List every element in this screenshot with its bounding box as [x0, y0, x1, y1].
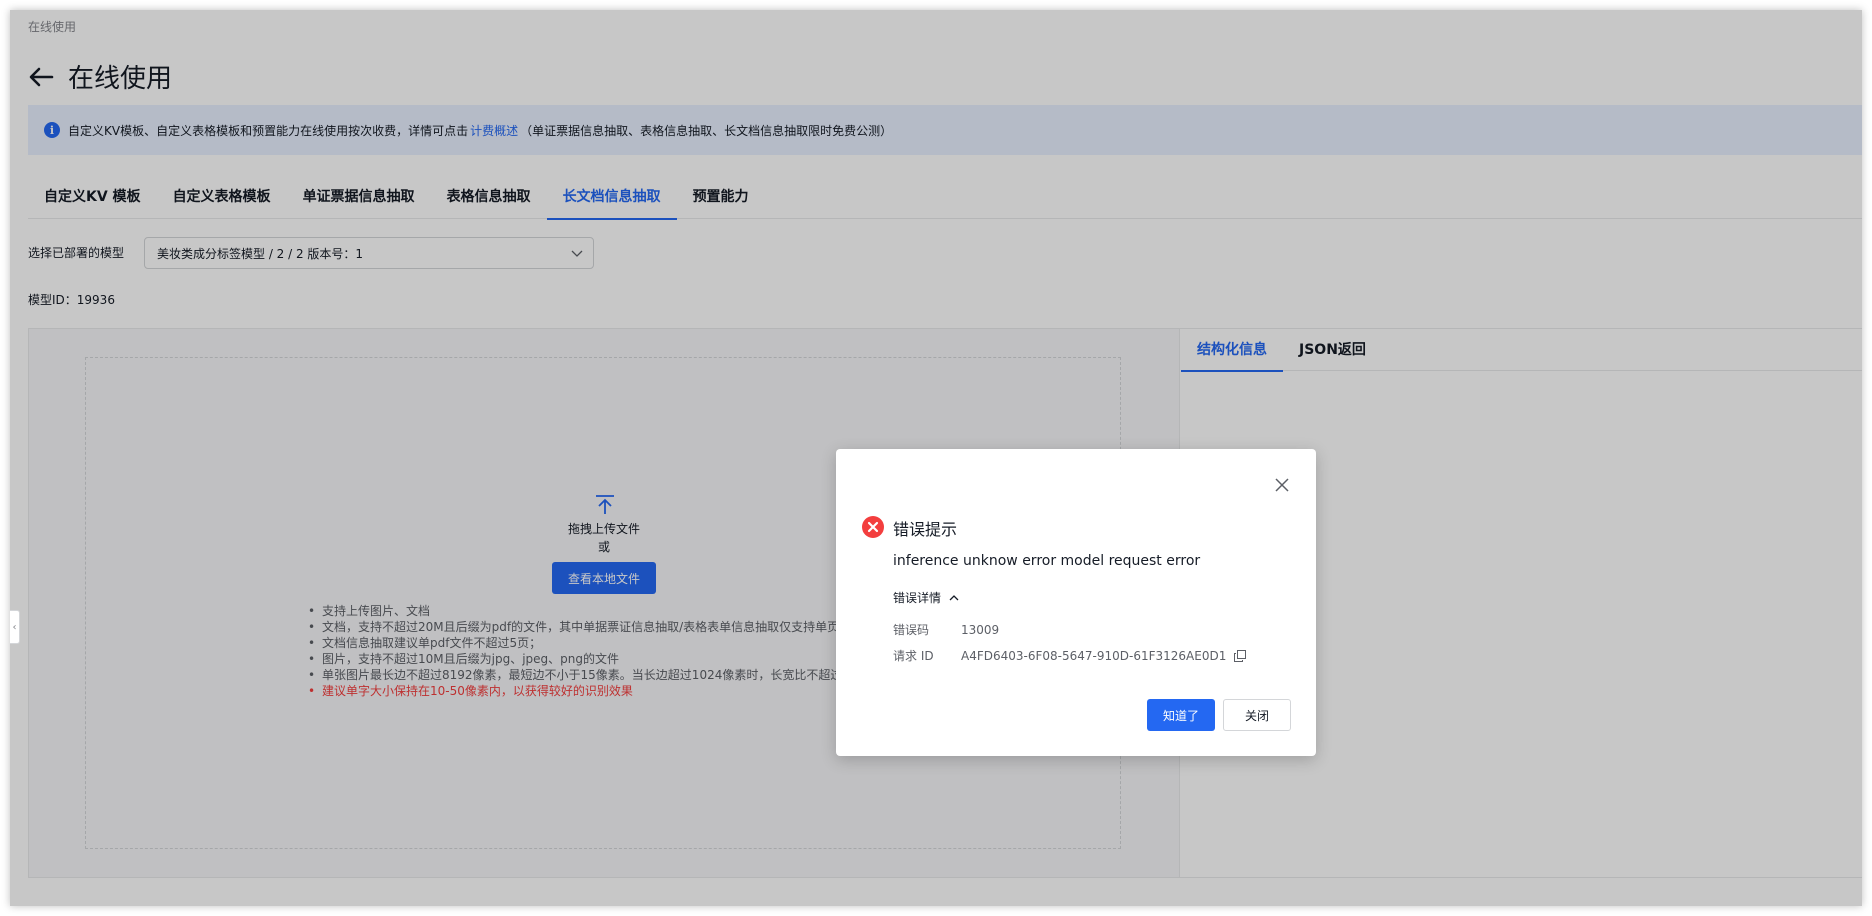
- copy-icon[interactable]: [1234, 649, 1247, 662]
- error-details-label: 错误详情: [893, 591, 942, 605]
- error-details-toggle[interactable]: 错误详情: [893, 589, 959, 606]
- dialog-title: 错误提示: [893, 520, 958, 539]
- error-dialog: 错误提示 inference unknow error model reques…: [836, 449, 1316, 756]
- close-icon[interactable]: [1274, 477, 1290, 493]
- error-icon: [862, 516, 884, 538]
- sidebar-collapse-toggle[interactable]: ‹: [10, 610, 20, 644]
- request-id-value: A4FD6403-6F08-5647-910D-61F3126AE0D1: [961, 648, 1227, 663]
- chevron-up-icon: [949, 594, 959, 600]
- error-code-row: 错误码 13009: [893, 621, 999, 638]
- error-code-label: 错误码: [893, 623, 930, 637]
- error-code-value: 13009: [961, 622, 1000, 637]
- request-id-row: 请求 ID A4FD6403-6F08-5647-910D-61F3126AE0…: [893, 647, 1247, 664]
- close-button[interactable]: 关闭: [1223, 699, 1291, 731]
- request-id-label: 请求 ID: [893, 649, 934, 663]
- acknowledge-button[interactable]: 知道了: [1147, 699, 1215, 731]
- error-message: inference unknow error model request err…: [893, 553, 1201, 569]
